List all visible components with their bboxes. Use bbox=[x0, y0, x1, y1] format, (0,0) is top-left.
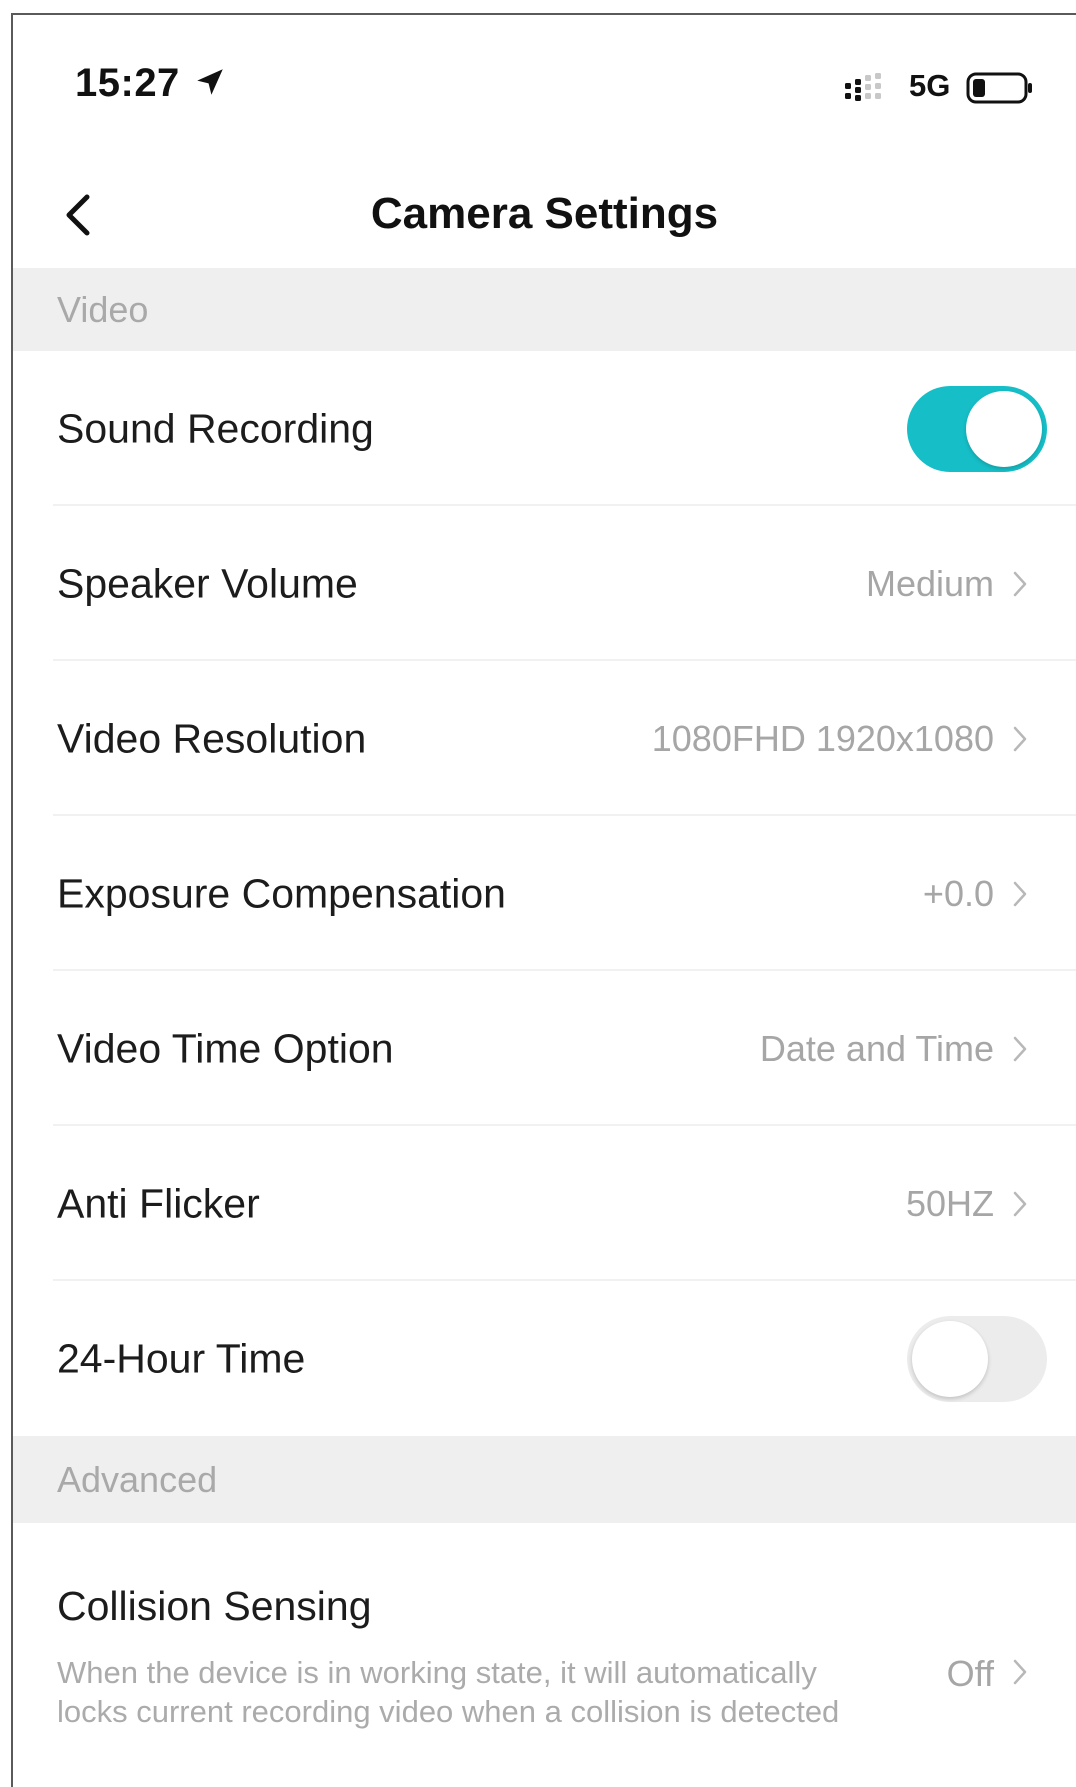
setting-value: 50HZ bbox=[905, 1182, 994, 1224]
setting-row-24-hour-time: 24-Hour Time bbox=[13, 1281, 1076, 1436]
chevron-right-icon bbox=[1013, 1659, 1027, 1685]
setting-label: Exposure Compensation bbox=[57, 870, 506, 916]
setting-row-collision-sensing[interactable]: Collision Sensing When the device is in … bbox=[13, 1523, 1076, 1787]
setting-label: Sound Recording bbox=[57, 405, 374, 451]
chevron-right-icon bbox=[1013, 571, 1027, 596]
section-header-advanced: Advanced bbox=[13, 1436, 1076, 1523]
setting-value: Date and Time bbox=[759, 1027, 994, 1069]
setting-row-exposure-compensation[interactable]: Exposure Compensation +0.0 bbox=[13, 816, 1076, 971]
signal-icon bbox=[845, 73, 881, 101]
phone-screen: 15:27 5G Camera Settings Video Sound Rec… bbox=[11, 13, 1076, 1787]
setting-row-video-resolution[interactable]: Video Resolution 1080FHD 1920x1080 bbox=[13, 661, 1076, 816]
toggle-knob bbox=[966, 390, 1042, 467]
setting-row-video-time-option[interactable]: Video Time Option Date and Time bbox=[13, 971, 1076, 1126]
24-hour-time-toggle[interactable] bbox=[907, 1315, 1047, 1402]
navigation-bar: Camera Settings bbox=[13, 155, 1076, 280]
setting-row-speaker-volume[interactable]: Speaker Volume Medium bbox=[13, 506, 1076, 661]
section-header-video: Video bbox=[13, 268, 1076, 351]
status-bar: 15:27 5G bbox=[13, 15, 1076, 155]
network-type: 5G bbox=[909, 68, 951, 103]
setting-value: 1080FHD 1920x1080 bbox=[651, 717, 994, 759]
setting-label: Anti Flicker bbox=[57, 1180, 260, 1226]
setting-value: Medium bbox=[865, 562, 994, 604]
setting-value: +0.0 bbox=[922, 872, 994, 914]
setting-value: Off bbox=[946, 1653, 994, 1694]
chevron-right-icon bbox=[1013, 726, 1027, 751]
status-time: 15:27 bbox=[75, 61, 180, 105]
chevron-right-icon bbox=[1013, 1191, 1027, 1216]
setting-label: Speaker Volume bbox=[57, 560, 358, 606]
location-arrow-icon bbox=[197, 69, 223, 95]
setting-label: Video Time Option bbox=[57, 1025, 394, 1071]
setting-label: Collision Sensing bbox=[57, 1583, 372, 1629]
chevron-right-icon bbox=[1013, 1036, 1027, 1061]
setting-label: 24-Hour Time bbox=[57, 1335, 306, 1381]
battery-icon bbox=[966, 72, 1032, 104]
section-title: Advanced bbox=[57, 1459, 218, 1500]
setting-row-anti-flicker[interactable]: Anti Flicker 50HZ bbox=[13, 1126, 1076, 1281]
setting-label: Video Resolution bbox=[57, 715, 367, 761]
chevron-right-icon bbox=[1013, 881, 1027, 906]
setting-description: When the device is in working state, it … bbox=[57, 1655, 840, 1729]
section-title: Video bbox=[57, 289, 149, 330]
page-title: Camera Settings bbox=[370, 189, 719, 238]
toggle-knob bbox=[912, 1320, 988, 1397]
setting-row-sound-recording: Sound Recording bbox=[13, 351, 1076, 506]
sound-recording-toggle[interactable] bbox=[907, 385, 1047, 472]
